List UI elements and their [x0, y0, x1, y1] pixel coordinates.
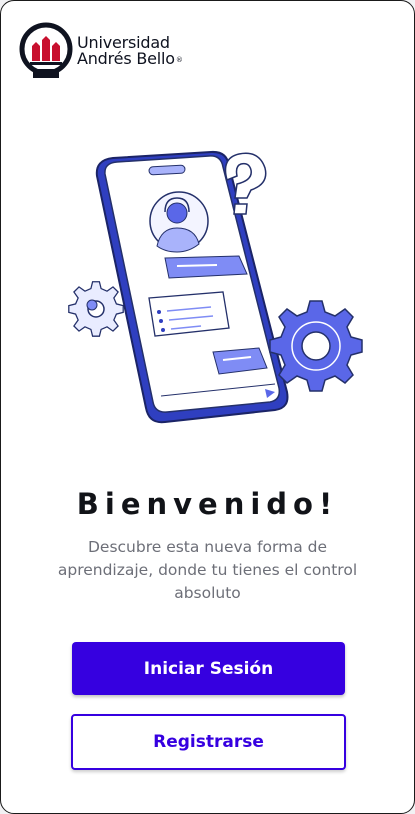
welcome-subtitle: Descubre esta nueva forma de aprendizaje…: [57, 538, 358, 602]
login-button[interactable]: Iniciar Sesión: [72, 642, 345, 695]
message-list-card: [148, 291, 230, 337]
chat-bubble-icon: [164, 255, 248, 279]
welcome-illustration: [68, 150, 363, 424]
university-logo: Universidad Andrés Bello ®: [19, 21, 183, 81]
app-screen: Universidad Andrés Bello ® Bienvenido! D…: [0, 0, 415, 814]
phone-icon: [95, 150, 289, 424]
university-seal-icon: [19, 22, 73, 78]
register-button[interactable]: Registrarse: [71, 714, 346, 770]
university-name: Universidad Andrés Bello ®: [77, 35, 183, 67]
gear-icon: [269, 300, 363, 392]
welcome-title: Bienvenido!: [76, 487, 339, 521]
registered-mark: ®: [175, 56, 183, 64]
university-name-line2: Andrés Bello: [77, 49, 175, 68]
small-gear-icon: [68, 281, 124, 337]
